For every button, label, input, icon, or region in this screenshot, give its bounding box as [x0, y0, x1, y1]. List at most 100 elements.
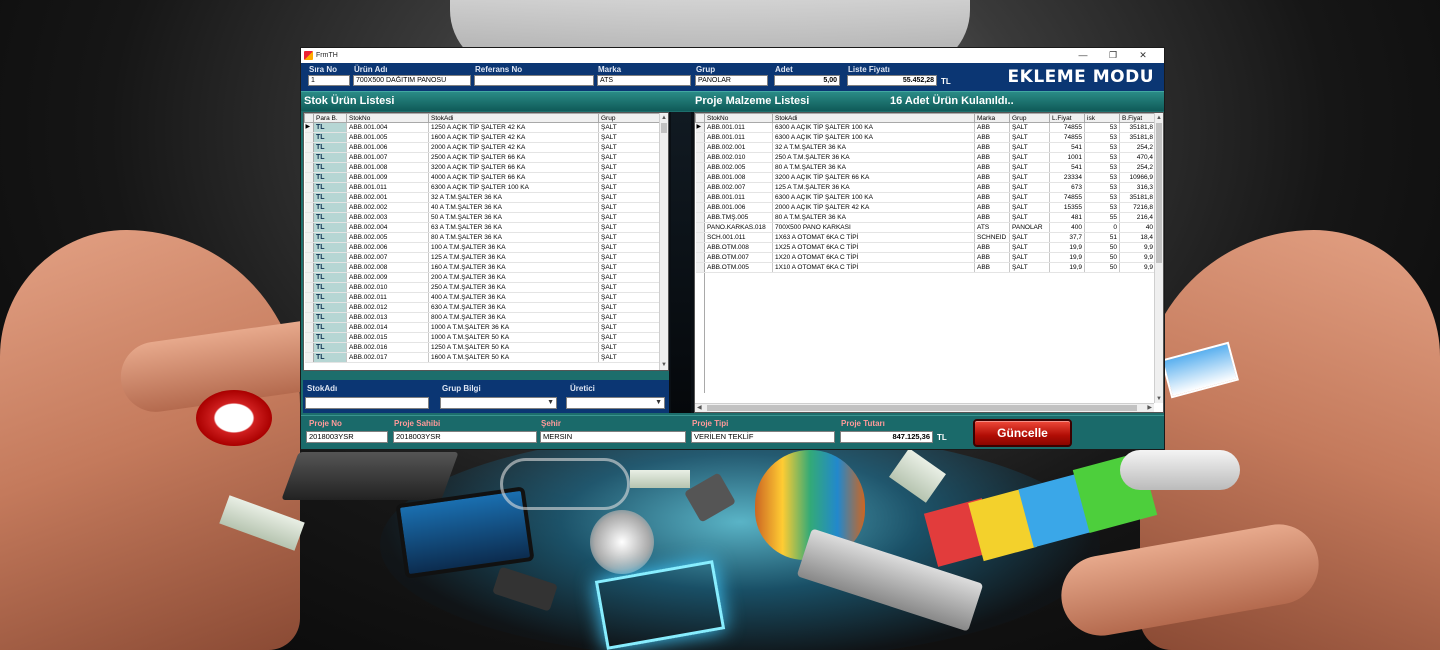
table-cell[interactable]: TL [313, 352, 347, 363]
row-selector[interactable] [304, 202, 314, 213]
table-cell[interactable]: ABB.002.005 [704, 162, 773, 173]
row-selector[interactable] [304, 322, 314, 333]
table-row[interactable]: TL ABB.002.001 32 A T.M.ŞALTER 36 KA ŞALT [304, 192, 661, 203]
table-row[interactable]: ABB.002.001 32 A T.M.ŞALTER 36 KA ABB ŞALT 5… [695, 142, 1156, 153]
row-selector[interactable] [695, 202, 705, 213]
table-cell[interactable]: ABB.002.001 [704, 142, 773, 153]
table-cell[interactable]: 6300 A AÇIK TİP ŞALTER 100 KA [772, 132, 975, 143]
table-row[interactable]: ABB.002.010 250 A T.M.ŞALTER 36 KA ABB ŞALT… [695, 152, 1156, 163]
table-cell[interactable]: TL [313, 292, 347, 303]
table-cell[interactable]: 55 [1084, 212, 1120, 223]
table-cell[interactable]: ABB.001.011 [346, 182, 429, 193]
table-cell[interactable]: ABB.002.006 [346, 242, 429, 253]
table-row[interactable]: ABB.001.011 6300 A AÇIK TİP ŞALTER 100 KA… [695, 192, 1156, 203]
table-cell[interactable]: ABB.001.011 [704, 122, 773, 133]
table-row[interactable]: TL ABB.002.005 80 A T.M.ŞALTER 36 KA ŞALT [304, 232, 661, 243]
table-cell[interactable]: 53 [1084, 152, 1120, 163]
proje-tipi-input[interactable]: VERİLEN TEKLİF [691, 431, 835, 443]
table-cell[interactable]: ŞALT [598, 162, 661, 173]
table-row[interactable]: TL ABB.001.009 4000 A AÇIK TİP ŞALTER 66 K… [304, 172, 661, 183]
table-cell[interactable]: ŞALT [1009, 122, 1050, 133]
table-cell[interactable]: 7216,8 [1119, 202, 1156, 213]
update-button[interactable]: Güncelle [973, 419, 1072, 447]
table-cell[interactable]: ABB.001.008 [704, 172, 773, 183]
table-cell[interactable]: 1250 A T.M.ŞALTER 50 KA [428, 342, 599, 353]
row-selector[interactable] [695, 142, 705, 153]
adet-input[interactable]: 5,00 [774, 75, 840, 86]
table-cell[interactable]: ŞALT [598, 212, 661, 223]
table-cell[interactable]: ABB.TMŞ.005 [704, 212, 773, 223]
table-cell[interactable]: ŞALT [1009, 152, 1050, 163]
table-row[interactable]: TL ABB.002.009 200 A T.M.ŞALTER 36 KA ŞALT [304, 272, 661, 283]
table-cell[interactable]: ABB.002.005 [346, 232, 429, 243]
table-cell[interactable]: 0 [1084, 222, 1120, 233]
table-cell[interactable]: ŞALT [598, 352, 661, 363]
table-cell[interactable]: 19,9 [1049, 242, 1085, 253]
table-cell[interactable]: 80 A T.M.ŞALTER 36 KA [772, 212, 975, 223]
table-cell[interactable]: TL [313, 182, 347, 193]
row-selector[interactable] [304, 232, 314, 243]
table-cell[interactable]: 53 [1084, 142, 1120, 153]
table-cell[interactable]: 63 A T.M.ŞALTER 36 KA [428, 222, 599, 233]
table-cell[interactable]: 125 A T.M.ŞALTER 36 KA [428, 252, 599, 263]
table-row[interactable]: ABB.OTM.007 1X20 A OTOMAT 6KA C TİPİ ABB ŞA… [695, 252, 1156, 263]
table-cell[interactable]: SCH.001.011 [704, 232, 773, 243]
scroll-thumb[interactable] [1156, 123, 1162, 263]
table-cell[interactable]: 470,4 [1119, 152, 1156, 163]
table-cell[interactable]: ŞALT [598, 192, 661, 203]
row-selector[interactable] [304, 292, 314, 303]
row-selector[interactable] [304, 272, 314, 283]
table-row[interactable]: ▶ ABB.001.011 6300 A AÇIK TİP ŞALTER 100 K… [695, 122, 1156, 133]
row-selector[interactable] [304, 142, 314, 153]
table-cell[interactable]: ABB [974, 212, 1010, 223]
table-row[interactable]: TL ABB.001.008 3200 A AÇIK TİP ŞALTER 66 K… [304, 162, 661, 173]
table-row[interactable]: SCH.001.011 1X63 A OTOMAT 6KA C TİPİ SCHNE… [695, 232, 1156, 243]
table-cell[interactable]: TL [313, 142, 347, 153]
table-cell[interactable]: ŞALT [598, 302, 661, 313]
table-row[interactable]: TL ABB.002.006 100 A T.M.ŞALTER 36 KA ŞALT [304, 242, 661, 253]
table-cell[interactable]: ŞALT [1009, 212, 1050, 223]
row-selector[interactable] [304, 282, 314, 293]
table-cell[interactable]: 1X63 A OTOMAT 6KA C TİPİ [772, 232, 975, 243]
table-cell[interactable]: PANOLAR [1009, 222, 1050, 233]
column-header[interactable]: B.Fiyat [1119, 113, 1156, 123]
table-cell[interactable]: ABB.001.004 [346, 122, 429, 133]
table-cell[interactable]: 53 [1084, 202, 1120, 213]
table-cell[interactable]: ABB.001.011 [704, 192, 773, 203]
table-row[interactable]: ABB.TMŞ.005 80 A T.M.ŞALTER 36 KA ABB ŞALT 4… [695, 212, 1156, 223]
close-button[interactable]: ✕ [1128, 48, 1158, 63]
column-header[interactable]: StokAdi [428, 113, 599, 123]
table-cell[interactable]: 125 A T.M.ŞALTER 36 KA [772, 182, 975, 193]
table-cell[interactable]: 400 [1049, 222, 1085, 233]
table-cell[interactable]: 630 A T.M.ŞALTER 36 KA [428, 302, 599, 313]
table-cell[interactable]: 254,2 [1119, 162, 1156, 173]
table-cell[interactable]: ABB.002.014 [346, 322, 429, 333]
table-cell[interactable]: ŞALT [598, 292, 661, 303]
table-cell[interactable]: ŞALT [1009, 242, 1050, 253]
row-selector[interactable] [304, 162, 314, 173]
table-cell[interactable]: ABB [974, 122, 1010, 133]
table-cell[interactable]: 53 [1084, 132, 1120, 143]
row-selector[interactable] [304, 302, 314, 313]
table-cell[interactable]: 74855 [1049, 122, 1085, 133]
table-cell[interactable]: TL [313, 312, 347, 323]
table-cell[interactable]: 32 A T.M.ŞALTER 36 KA [772, 142, 975, 153]
proje-tutari-input[interactable]: 847.125,36 [840, 431, 933, 443]
sehir-input[interactable]: MERSIN [540, 431, 686, 443]
table-cell[interactable]: ABB.002.007 [346, 252, 429, 263]
column-header[interactable]: StokNo [346, 113, 429, 123]
table-cell[interactable]: 80 A T.M.ŞALTER 36 KA [428, 232, 599, 243]
proje-sahibi-input[interactable]: 2018003YSR [393, 431, 537, 443]
table-cell[interactable]: ABB [974, 242, 1010, 253]
row-selector[interactable] [304, 342, 314, 353]
table-cell[interactable]: ABB [974, 202, 1010, 213]
row-selector[interactable] [304, 252, 314, 263]
table-cell[interactable]: ŞALT [598, 342, 661, 353]
table-cell[interactable]: TL [313, 242, 347, 253]
scroll-thumb[interactable] [707, 405, 1137, 411]
table-cell[interactable]: 9,9 [1119, 262, 1156, 273]
table-cell[interactable]: ABB.002.011 [346, 292, 429, 303]
table-cell[interactable]: ABB [974, 132, 1010, 143]
table-cell[interactable]: TL [313, 122, 347, 133]
row-selector[interactable] [695, 222, 705, 233]
